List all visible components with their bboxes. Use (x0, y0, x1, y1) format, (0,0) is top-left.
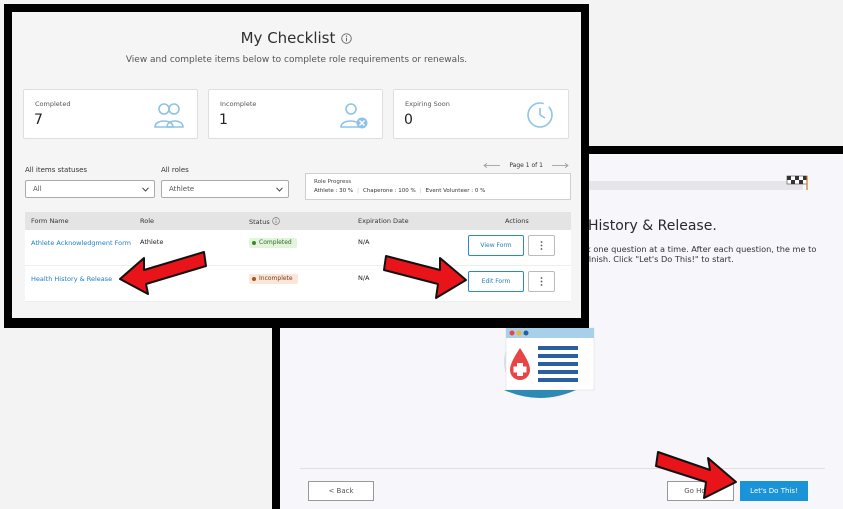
checklist-table: Form Name Role Status Expiration Date Ac… (25, 212, 571, 302)
stat-label: Expiring Soon (405, 100, 450, 108)
column-header-status-label: Status (249, 218, 270, 226)
column-header-role[interactable]: Role (140, 217, 154, 225)
stat-value: 1 (219, 112, 228, 128)
checklist-window: My Checklist View and complete items bel… (4, 4, 589, 328)
separator: | (419, 188, 422, 194)
column-header-expiration-date[interactable]: Expiration Date (358, 217, 409, 225)
stat-label: Incomplete (220, 100, 257, 108)
status-badge: Completed (249, 238, 297, 248)
status-badge: Incomplete (249, 274, 298, 284)
status-badge-label: Incomplete (259, 275, 293, 282)
pagination: Page 1 of 1 (483, 162, 569, 169)
column-header-status[interactable]: Status (249, 217, 280, 226)
users-icon (154, 103, 184, 128)
kebab-menu-icon (540, 277, 543, 286)
status-badge-label: Completed (259, 239, 292, 246)
arrow-left-icon[interactable] (483, 163, 501, 168)
table-row: Athlete Acknowledgment Form Athlete Comp… (25, 230, 571, 266)
edit-form-button[interactable]: Edit Form (468, 271, 524, 292)
stat-card-incomplete: Incomplete 1 (208, 89, 383, 139)
separator: | (357, 188, 359, 194)
page-subtitle: View and complete items below to complet… (125, 55, 468, 65)
page-title-row: My Checklist (12, 29, 581, 47)
column-header-actions: Actions (505, 217, 529, 225)
user-remove-icon (340, 103, 368, 129)
status-filter-label: All items statuses (25, 166, 88, 174)
annotation-arrow-icon (655, 451, 737, 499)
kebab-menu-icon (540, 241, 543, 250)
chevron-down-icon (276, 187, 283, 192)
footer-divider (300, 468, 825, 469)
info-icon[interactable] (341, 32, 353, 44)
more-actions-button[interactable] (528, 271, 555, 292)
lets-do-this-button[interactable]: Let's Do This! (740, 481, 808, 501)
form-name-link[interactable]: Health History & Release (31, 274, 131, 284)
status-dot (252, 277, 256, 281)
page-indicator: Page 1 of 1 (509, 162, 543, 169)
info-icon[interactable] (272, 217, 280, 225)
column-header-form-name[interactable]: Form Name (31, 217, 69, 225)
annotation-arrow-icon (383, 255, 467, 299)
form-intro-text: k one question at a time. After each que… (586, 244, 817, 264)
role-progress-panel: Role Progress Athlete : 30 % | Chaperone… (305, 173, 571, 200)
expiration-cell: N/A (358, 274, 370, 282)
status-dot (252, 241, 256, 245)
stat-value: 0 (404, 112, 413, 128)
stat-card-expiring-soon: Expiring Soon 0 (393, 89, 569, 139)
medical-form-illustration-icon (504, 326, 595, 398)
stat-label: Completed (35, 100, 71, 108)
form-heading: History & Release. (588, 218, 717, 234)
finish-flag-icon (786, 175, 808, 190)
arrow-right-icon[interactable] (551, 163, 569, 168)
stat-card-completed: Completed 7 (23, 89, 198, 139)
role-progress-title: Role Progress (314, 179, 352, 185)
role-filter-value: Athlete (169, 185, 195, 193)
table-row: Health History & Release Athlete Incompl… (25, 266, 571, 302)
role-filter-select[interactable]: Athlete (161, 180, 289, 198)
table-header: Form Name Role Status Expiration Date Ac… (25, 212, 571, 230)
expiration-cell: N/A (358, 238, 370, 246)
role-progress-chaperone: Chaperone : 100 % (362, 188, 416, 194)
role-progress-event-volunteer: Event Volunteer : 0 % (425, 188, 486, 194)
role-cell: Athlete (140, 238, 164, 246)
checklist-page: My Checklist View and complete items bel… (12, 12, 581, 318)
role-progress-athlete: Athlete : 30 % (314, 188, 354, 194)
clock-icon (527, 102, 553, 128)
view-form-button[interactable]: View Form (468, 235, 524, 256)
back-button[interactable]: < Back (308, 481, 374, 501)
more-actions-button[interactable] (528, 235, 555, 256)
status-filter-value: All (33, 185, 42, 193)
status-filter-select[interactable]: All (25, 180, 155, 198)
annotation-arrow-icon (119, 251, 207, 295)
role-progress-values: Athlete : 30 % | Chaperone : 100 % | Eve… (314, 188, 485, 194)
stat-value: 7 (34, 112, 43, 128)
form-name-link[interactable]: Athlete Acknowledgment Form (31, 238, 131, 248)
chevron-down-icon (142, 187, 149, 192)
role-filter-label: All roles (161, 166, 189, 174)
page-title: My Checklist (240, 29, 336, 47)
